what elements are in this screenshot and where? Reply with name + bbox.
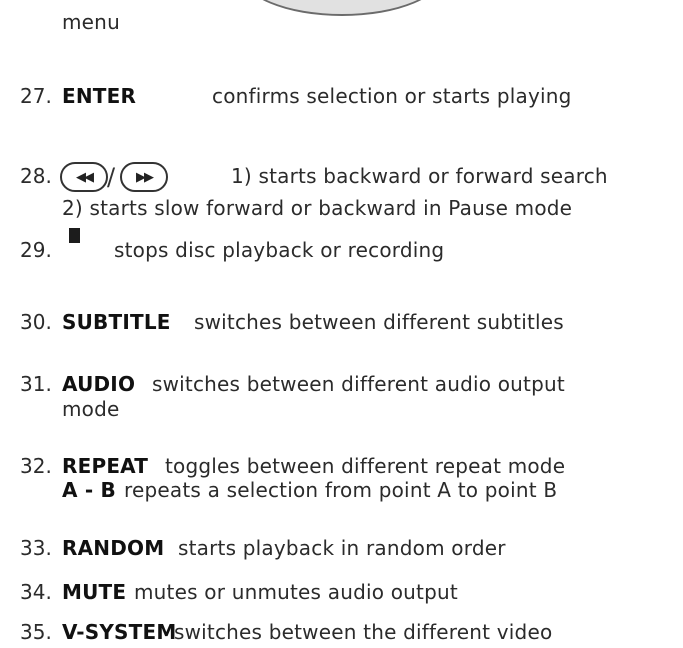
item-28-line1: 1) starts backward or forward search [231,164,608,188]
item-34-key: MUTE [62,580,127,604]
stop-square-icon [69,228,80,243]
item-29-number: 29. [20,238,52,262]
item-29-text: stops disc playback or recording [114,238,445,262]
item-30-text: switches between different subtitles [194,310,564,334]
remote-illustration-edge [240,0,444,16]
item-32-key: REPEAT [62,454,149,478]
item-31-text: switches between different audio output [152,372,565,396]
rewind-button-icon: ◀◀ [60,162,108,192]
item-34-number: 34. [20,580,52,604]
item-35-text: switches between the different video [174,620,553,644]
item-30-key: SUBTITLE [62,310,171,334]
item-32-key2: A - B [62,478,116,502]
menu-continuation: menu [62,10,120,34]
item-31-key: AUDIO [62,372,136,396]
item-27-number: 27. [20,84,52,108]
item-35-key: V-SYSTEM [62,620,177,644]
item-31-line2: mode [62,397,120,421]
item-35-number: 35. [20,620,52,644]
item-28-number: 28. [20,164,52,188]
item-32-number: 32. [20,454,52,478]
item-33-text: starts playback in random order [178,536,506,560]
fast-forward-button-icon: ▶▶ [120,162,168,192]
item-27-key: ENTER [62,84,137,108]
item-33-number: 33. [20,536,52,560]
item-30-number: 30. [20,310,52,334]
item-32-line2: repeats a selection from point A to poin… [124,478,558,502]
item-28-line2: 2) starts slow forward or backward in Pa… [62,196,573,220]
item-33-key: RANDOM [62,536,165,560]
item-34-text: mutes or unmutes audio output [134,580,458,604]
item-31-number: 31. [20,372,52,396]
item-32-text: toggles between different repeat mode [165,454,566,478]
item-28-slash: / [107,163,116,191]
item-27-text: confirms selection or starts playing [212,84,572,108]
